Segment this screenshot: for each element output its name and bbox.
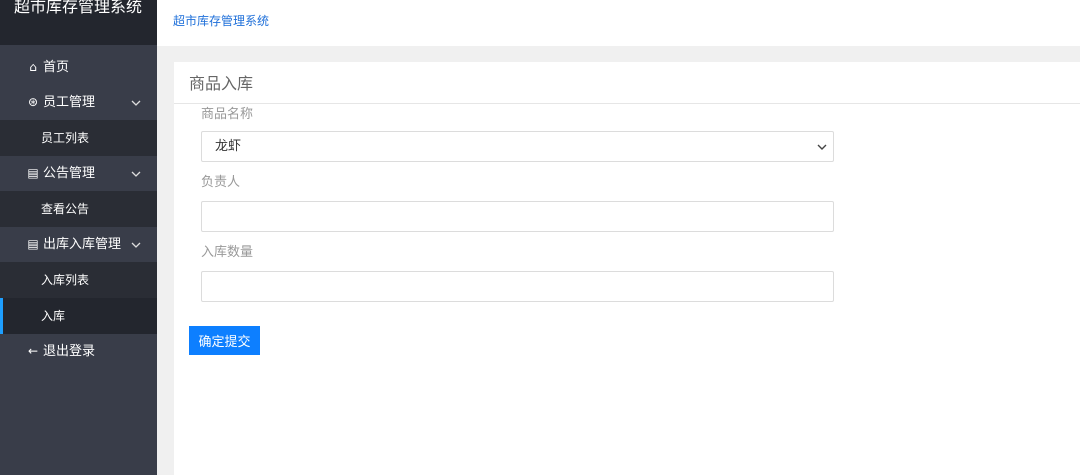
sidebar-item-label: 公告管理 — [43, 166, 96, 181]
manager-label: 负责人 — [201, 175, 241, 190]
submit-button[interactable]: 确定提交 — [189, 326, 260, 355]
sidebar-item-logout[interactable]: ← 退出登录 — [0, 334, 157, 369]
quantity-label: 入库数量 — [201, 245, 254, 260]
app-logo: 超市库存管理系统 — [0, 0, 157, 45]
sidebar-item-label: 首页 — [43, 60, 70, 75]
product-name-select[interactable]: 龙虾 — [201, 131, 834, 162]
chevron-down-icon — [131, 227, 141, 262]
product-name-value: 龙虾 — [215, 139, 242, 154]
product-name-label: 商品名称 — [201, 107, 254, 122]
document-icon: ▤ — [27, 166, 39, 180]
sidebar-group-notice[interactable]: ▤ 公告管理 — [0, 156, 157, 191]
user-circle-icon: ⊛ — [27, 95, 39, 109]
header-brand-link[interactable]: 超市库存管理系统 — [173, 12, 269, 29]
sidebar-item-label: 入库 — [41, 309, 66, 323]
sidebar-item-label: 员工管理 — [43, 95, 96, 110]
sidebar-item-stock-list[interactable]: 入库列表 — [0, 262, 157, 298]
sidebar-item-notice-view[interactable]: 查看公告 — [0, 191, 157, 227]
arrow-left-icon: ← — [27, 344, 39, 358]
chevron-down-icon — [131, 85, 141, 120]
content-panel: 商品入库 商品名称 龙虾 负责人 入库数量 确定提交 — [174, 62, 1080, 475]
chevron-down-icon — [817, 132, 827, 161]
sidebar: 超市库存管理系统 ⌂ 首页 ⊛ 员工管理 员工列表 ▤ 公告管理 查看公告 ▤ 出库入库… — [0, 0, 157, 475]
form-group-quantity: 入库数量 — [201, 245, 834, 302]
app-title: 超市库存管理系统 — [14, 0, 143, 16]
stock-in-form: 商品名称 龙虾 负责人 入库数量 — [201, 107, 834, 314]
document-icon: ▤ — [27, 237, 39, 251]
sidebar-nav: ⌂ 首页 ⊛ 员工管理 员工列表 ▤ 公告管理 查看公告 ▤ 出库入库管理 入库列表 入… — [0, 50, 157, 369]
chevron-down-icon — [131, 156, 141, 191]
form-group-manager: 负责人 — [201, 175, 834, 232]
sidebar-item-label: 出库入库管理 — [43, 237, 122, 252]
manager-input[interactable] — [201, 201, 834, 232]
sidebar-group-employee[interactable]: ⊛ 员工管理 — [0, 85, 157, 120]
sidebar-item-home[interactable]: ⌂ 首页 — [0, 50, 157, 85]
sidebar-item-label: 入库列表 — [41, 273, 90, 287]
top-header: 超市库存管理系统 — [157, 0, 1080, 46]
quantity-input[interactable] — [201, 271, 834, 302]
sidebar-item-label: 查看公告 — [41, 202, 90, 216]
sidebar-item-stock-in[interactable]: 入库 — [0, 298, 157, 334]
sidebar-item-label: 员工列表 — [41, 131, 90, 145]
sidebar-item-employee-list[interactable]: 员工列表 — [0, 120, 157, 156]
form-group-product: 商品名称 龙虾 — [201, 107, 834, 162]
page-title: 商品入库 — [174, 62, 1080, 104]
sidebar-item-label: 退出登录 — [43, 344, 96, 359]
home-icon: ⌂ — [29, 60, 37, 74]
sidebar-group-stock[interactable]: ▤ 出库入库管理 — [0, 227, 157, 262]
